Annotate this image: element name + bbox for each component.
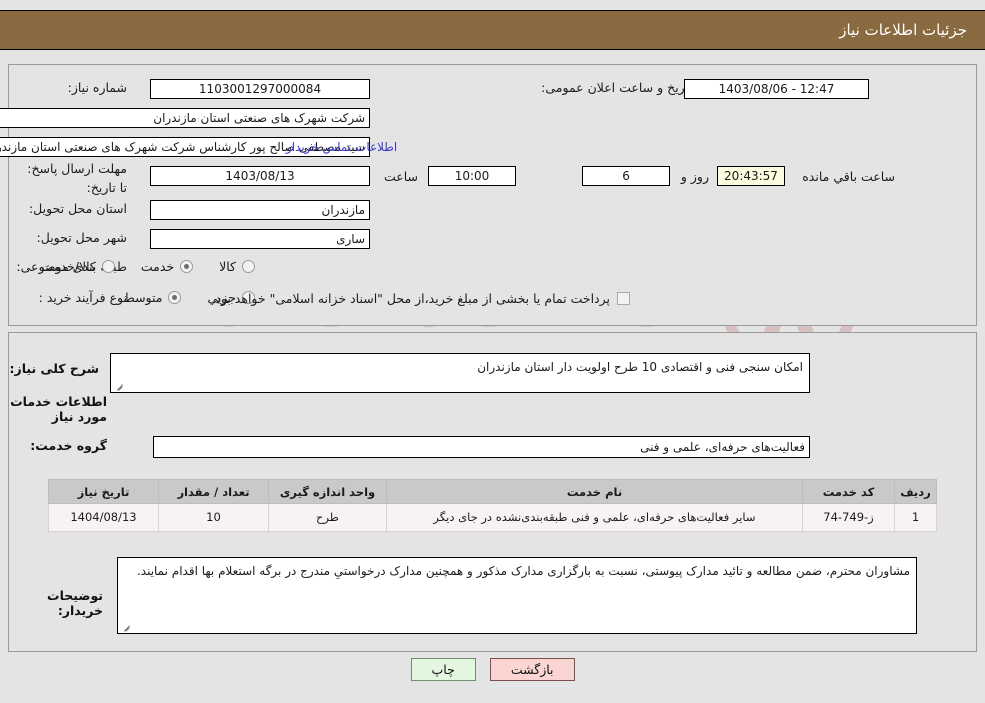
deadline-label: مهلت ارسال پاسخ: تا تاریخ: (27, 161, 127, 195)
buyer-notes-value: مشاوران محترم، ضمن مطالعه و تائید مدارک … (136, 564, 910, 578)
table-header-row: ردیف کد خدمت نام خدمت واحد اندازه گیری ت… (48, 479, 937, 504)
col-header-qty: تعداد / مقدار (158, 479, 269, 504)
page-title: جزئیات اطلاعات نیاز (839, 21, 967, 39)
need-summary-textarea[interactable]: امکان سنجی فنی و اقتصادی 10 طرح اولویت د… (110, 353, 810, 393)
deadline-days[interactable]: 6 (582, 166, 670, 186)
public-announce-value[interactable]: 12:47 - 1403/08/06 (684, 79, 869, 99)
button-bar: بازگشت چاپ (0, 658, 985, 681)
need-info-panel (8, 64, 977, 326)
radio-motavaset-icon[interactable] (168, 291, 182, 304)
treasury-bond-checkbox[interactable] (617, 292, 630, 305)
deadline-time[interactable]: 10:00 (428, 166, 516, 186)
deadline-label-wrap: مهلت ارسال پاسخ: تا تاریخ: (17, 160, 127, 198)
delivery-province-value[interactable]: مازندران (150, 200, 370, 220)
resize-grip-icon-notes[interactable] (121, 621, 131, 631)
public-announce-label-wrap: تاریخ و ساعت اعلان عمومی: (541, 80, 692, 95)
process-option-motavaset-label: متوسط (123, 290, 163, 305)
buyer-notes-label: توضیحات خریدار: (47, 588, 103, 618)
need-summary-value: امکان سنجی فنی و اقتصادی 10 طرح اولویت د… (477, 360, 803, 374)
delivery-city-value[interactable]: ساری (150, 229, 370, 249)
service-group-value[interactable]: فعالیت‌های حرفه‌ای، علمی و فنی (153, 436, 810, 458)
cell-date: 1404/08/13 (48, 503, 159, 532)
category-radio-group: کالا خدمت کالا/خدمت (41, 259, 255, 274)
buyer-contact-link[interactable]: اطلاعات تماس خریدار (286, 140, 397, 154)
services-section-heading: اطلاعات خدمات مورد نیاز (10, 394, 107, 424)
need-summary-label: شرح کلی نیاز: (9, 361, 99, 376)
deadline-countdown: 20:43:57 (717, 166, 785, 186)
category-option-kala-khedmat-label: کالا/خدمت (41, 259, 96, 274)
deadline-days-label: روز و (680, 169, 709, 184)
radio-kala-icon[interactable] (242, 260, 255, 273)
radio-kala-khedmat-icon[interactable] (101, 260, 115, 273)
cell-name: سایر فعالیت‌های حرفه‌ای، علمی و فنی طبقه… (386, 503, 803, 532)
table-row: 1 ز-749-74 سایر فعالیت‌های حرفه‌ای، علمی… (48, 503, 937, 532)
col-header-code: کد خدمت (802, 479, 895, 504)
print-button[interactable]: چاپ (410, 658, 476, 681)
col-header-unit: واحد اندازه گیری (268, 479, 387, 504)
services-table: ردیف کد خدمت نام خدمت واحد اندازه گیری ت… (48, 479, 937, 532)
process-option-motavaset[interactable]: متوسط (123, 290, 182, 305)
treasury-bond-checkbox-row[interactable]: پرداخت تمام یا بخشی از مبلغ خرید،از محل … (211, 291, 630, 306)
cell-unit: طرح (268, 503, 387, 532)
need-number-label-wrap: شماره نیاز: (68, 80, 127, 95)
cell-row: 1 (894, 503, 937, 532)
need-number-label: شماره نیاز: (67, 80, 127, 95)
delivery-province-label-wrap: استان محل تحویل: (29, 201, 127, 216)
need-number-value[interactable]: 1103001297000084 (150, 79, 370, 99)
cell-qty: 10 (158, 503, 269, 532)
radio-khedmat-icon[interactable] (180, 260, 194, 273)
category-option-kala[interactable]: کالا (219, 259, 255, 274)
cell-code: ز-749-74 (802, 503, 895, 532)
delivery-province-label: استان محل تحویل: (28, 201, 127, 216)
delivery-city-label: شهر محل تحویل: (36, 230, 127, 245)
public-announce-label: تاریخ و ساعت اعلان عمومی: (541, 80, 692, 95)
resize-grip-icon[interactable] (114, 380, 124, 390)
header-bar: جزئیات اطلاعات نیاز (0, 10, 985, 50)
deadline-date[interactable]: 1403/08/13 (150, 166, 370, 186)
page-root: ArtaTender.net جزئیات اطلاعات نیاز شماره… (0, 0, 985, 703)
purchase-process-label-wrap: نوع فرآیند خرید : (39, 290, 127, 305)
category-option-kala-khedmat[interactable]: کالا/خدمت (41, 259, 115, 274)
buyer-org-value[interactable]: شرکت شهرک های صنعتی استان مازندران (0, 108, 370, 128)
deadline-countdown-label: ساعت باقي مانده (802, 169, 895, 184)
deadline-time-label: ساعت (383, 169, 418, 184)
category-option-khedmat-label: خدمت (140, 259, 175, 274)
col-header-date: تاریخ نیاز (48, 479, 159, 504)
treasury-bond-note: پرداخت تمام یا بخشی از مبلغ خرید،از محل … (211, 291, 610, 306)
buyer-notes-textarea[interactable]: مشاوران محترم، ضمن مطالعه و تائید مدارک … (117, 557, 917, 634)
back-button[interactable]: بازگشت (489, 658, 575, 681)
service-group-label: گروه خدمت: (30, 438, 107, 453)
category-option-kala-label: کالا (219, 259, 236, 274)
col-header-row: ردیف (894, 479, 937, 504)
delivery-city-label-wrap: شهر محل تحویل: (37, 230, 127, 245)
category-option-khedmat[interactable]: خدمت (140, 259, 194, 274)
purchase-process-label: نوع فرآیند خرید : (38, 290, 127, 305)
col-header-name: نام خدمت (386, 479, 803, 504)
